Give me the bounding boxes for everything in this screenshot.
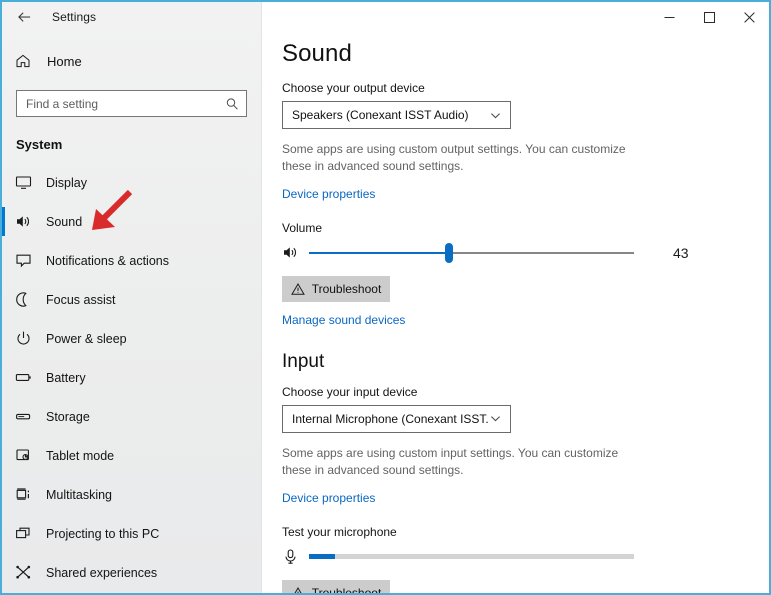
input-device-properties-link[interactable]: Device properties xyxy=(282,491,375,505)
output-device-value: Speakers (Conexant ISST Audio) xyxy=(292,108,489,122)
chevron-down-icon xyxy=(489,412,502,425)
volume-slider-fill xyxy=(309,252,449,254)
speaker-icon xyxy=(282,244,306,261)
search-icon xyxy=(225,97,239,111)
volume-slider-row: 43 xyxy=(282,242,769,264)
sidebar-item-shared-experiences[interactable]: Shared experiences xyxy=(2,553,261,592)
chevron-down-icon xyxy=(489,109,502,122)
monitor-icon xyxy=(15,174,41,191)
sidebar-item-tablet-mode[interactable]: Tablet mode xyxy=(2,436,261,475)
sidebar-item-label: Battery xyxy=(46,371,86,385)
multitasking-icon xyxy=(15,486,41,503)
input-troubleshoot-button[interactable]: Troubleshoot xyxy=(282,580,390,593)
battery-icon xyxy=(15,369,41,386)
maximize-button[interactable] xyxy=(689,2,729,32)
output-helper-text: Some apps are using custom output settin… xyxy=(282,141,642,176)
microphone-level-row xyxy=(282,546,769,568)
title-bar: Settings xyxy=(2,2,769,32)
close-button[interactable] xyxy=(729,2,769,32)
sidebar-item-label: Multitasking xyxy=(46,488,112,502)
sidebar-item-focus-assist[interactable]: Focus assist xyxy=(2,280,261,319)
test-microphone-label: Test your microphone xyxy=(282,525,769,539)
chat-bubble-icon xyxy=(15,252,41,269)
sidebar-item-label: Notifications & actions xyxy=(46,254,169,268)
search-input[interactable] xyxy=(17,91,246,116)
share-icon xyxy=(15,564,41,581)
tablet-icon xyxy=(15,447,41,464)
sidebar-item-display[interactable]: Display xyxy=(2,163,261,202)
output-troubleshoot-button[interactable]: Troubleshoot xyxy=(282,276,390,302)
sidebar-item-label: Storage xyxy=(46,410,90,424)
window-controls xyxy=(649,2,769,32)
sidebar-item-label: Projecting to this PC xyxy=(46,527,159,541)
volume-value: 43 xyxy=(673,245,689,261)
speaker-icon xyxy=(15,213,41,230)
warning-triangle-icon xyxy=(291,282,305,296)
sidebar-item-label: Shared experiences xyxy=(46,566,157,580)
sidebar-item-battery[interactable]: Battery xyxy=(2,358,261,397)
sidebar-item-label: Focus assist xyxy=(46,293,115,307)
settings-window: Settings xyxy=(0,0,771,595)
sidebar-item-power-sleep[interactable]: Power & sleep xyxy=(2,319,261,358)
search-box[interactable] xyxy=(16,90,247,117)
input-device-select[interactable]: Internal Microphone (Conexant ISST... xyxy=(282,405,511,433)
sidebar-nav-list: Display Sound Notifica xyxy=(2,163,261,592)
sidebar-section-title: System xyxy=(2,137,261,152)
sidebar-item-projecting-to-this-pc[interactable]: Projecting to this PC xyxy=(2,514,261,553)
sidebar-item-storage[interactable]: Storage xyxy=(2,397,261,436)
microphone-icon xyxy=(282,548,306,565)
storage-icon xyxy=(15,408,41,425)
sidebar: Home System Display xyxy=(2,2,262,593)
output-device-select[interactable]: Speakers (Conexant ISST Audio) xyxy=(282,101,511,129)
sidebar-item-sound[interactable]: Sound xyxy=(2,202,261,241)
input-section-title: Input xyxy=(282,351,769,373)
sidebar-item-notifications-actions[interactable]: Notifications & actions xyxy=(2,241,261,280)
page-title: Sound xyxy=(282,40,769,68)
volume-label: Volume xyxy=(282,221,769,235)
input-device-value: Internal Microphone (Conexant ISST... xyxy=(292,412,489,426)
sidebar-item-home[interactable]: Home xyxy=(2,44,261,78)
moon-icon xyxy=(15,291,41,308)
sidebar-item-label: Display xyxy=(46,176,87,190)
sidebar-item-label: Tablet mode xyxy=(46,449,114,463)
back-button[interactable] xyxy=(2,2,46,32)
input-device-label: Choose your input device xyxy=(282,385,769,399)
volume-slider[interactable] xyxy=(309,252,634,254)
input-helper-text: Some apps are using custom input setting… xyxy=(282,445,642,480)
sidebar-item-label: Power & sleep xyxy=(46,332,127,346)
manage-sound-devices-link[interactable]: Manage sound devices xyxy=(282,313,405,327)
output-device-label: Choose your output device xyxy=(282,81,769,95)
microphone-level-fill xyxy=(309,554,335,559)
minimize-button[interactable] xyxy=(649,2,689,32)
output-troubleshoot-label: Troubleshoot xyxy=(312,282,382,296)
warning-triangle-icon xyxy=(291,586,305,593)
power-icon xyxy=(15,330,41,347)
output-device-properties-link[interactable]: Device properties xyxy=(282,187,375,201)
microphone-level-meter xyxy=(309,554,634,559)
main-content: Sound Choose your output device Speakers… xyxy=(263,32,769,593)
sidebar-home-label: Home xyxy=(47,54,82,69)
volume-slider-thumb[interactable] xyxy=(445,243,453,263)
home-icon xyxy=(15,53,43,69)
sidebar-item-label: Sound xyxy=(46,215,82,229)
window-title: Settings xyxy=(52,10,96,24)
input-troubleshoot-label: Troubleshoot xyxy=(312,586,382,593)
sidebar-item-multitasking[interactable]: Multitasking xyxy=(2,475,261,514)
project-icon xyxy=(15,525,41,542)
